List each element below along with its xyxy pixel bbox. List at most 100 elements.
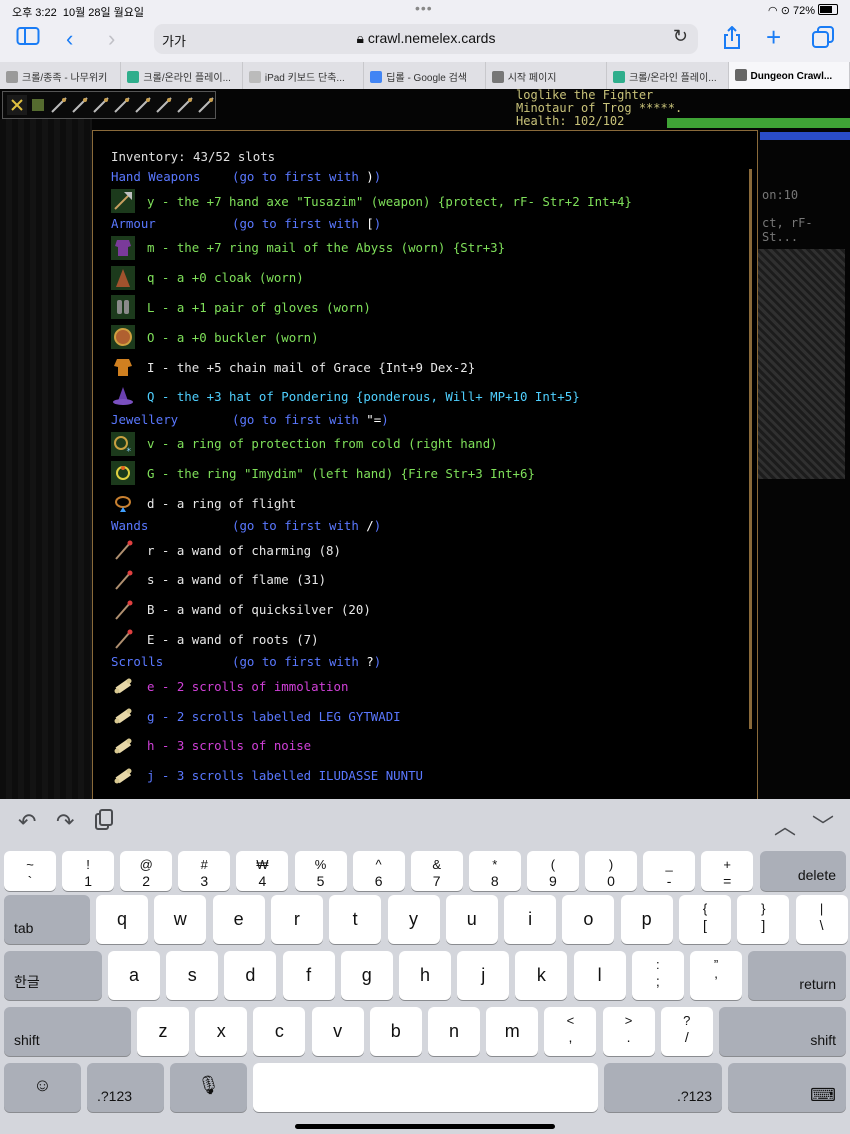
key[interactable]: z xyxy=(137,1007,189,1056)
browser-tab[interactable]: 딥롤 - Google 검색 xyxy=(364,62,486,89)
inventory-item[interactable]: L - a +1 pair of gloves (worn) xyxy=(111,295,371,320)
wand-icon[interactable] xyxy=(70,95,90,115)
shift-key[interactable]: shift xyxy=(4,1007,131,1056)
numbers-key[interactable]: .?123 xyxy=(604,1063,722,1112)
multitask-dots[interactable]: ••• xyxy=(415,0,433,16)
key[interactable]: ) 0 xyxy=(585,851,637,891)
key[interactable]: #3 xyxy=(178,851,231,891)
inventory-category[interactable]: Wands (go to first with /) xyxy=(111,518,381,533)
key[interactable]: q xyxy=(96,895,148,944)
key[interactable]: u xyxy=(445,895,498,944)
inventory-item[interactable]: y - the +7 hand axe "Tusazim" (weapon) {… xyxy=(111,189,632,213)
inventory-item[interactable]: g - 2 scrolls labelled LEG GYTWADI xyxy=(111,704,401,728)
key[interactable]: + = xyxy=(701,851,754,891)
wand-icon[interactable] xyxy=(133,95,153,115)
browser-tab[interactable]: 크롤/온라인 플레이... xyxy=(607,62,729,89)
key[interactable]: }] xyxy=(737,895,790,944)
redo-icon[interactable]: ↷ xyxy=(56,809,74,835)
inventory-category[interactable]: Armour (go to first with [) xyxy=(111,216,381,231)
inventory-item[interactable]: j - 3 scrolls labelled ILUDASSE NUNTU xyxy=(111,764,423,788)
inventory-item[interactable]: q - a +0 cloak (worn) xyxy=(111,265,304,290)
key[interactable]: l xyxy=(573,951,626,1000)
numbers-key[interactable]: .?123 xyxy=(87,1063,164,1112)
key[interactable]: m xyxy=(486,1007,539,1056)
browser-tab[interactable]: Dungeon Crawl... xyxy=(728,62,850,89)
browser-tab[interactable]: 크롤/온라인 플레이... xyxy=(121,62,243,89)
inventory-scrollbar[interactable] xyxy=(749,169,752,729)
item-icon[interactable] xyxy=(28,95,48,115)
language-key[interactable]: 한글 xyxy=(4,951,102,1000)
key[interactable]: _ - xyxy=(643,851,696,891)
close-icon[interactable] xyxy=(7,95,27,115)
key[interactable]: % 5 xyxy=(294,851,347,891)
inventory-item[interactable]: m - the +7 ring mail of the Abyss (worn)… xyxy=(111,235,505,260)
key[interactable]: ~ ` xyxy=(4,851,56,891)
inventory-item[interactable]: h - 3 scrolls of noise xyxy=(111,734,311,758)
key[interactable]: <, xyxy=(544,1007,597,1056)
wand-icon[interactable] xyxy=(112,95,132,115)
key[interactable]: f xyxy=(282,951,335,1000)
inventory-category[interactable]: Jewellery (go to first with "=) xyxy=(111,412,389,427)
next-field-icon[interactable]: ﹀ xyxy=(812,809,834,841)
hide-keyboard-key[interactable]: ⌨ xyxy=(728,1063,846,1112)
key[interactable]: p xyxy=(620,895,673,944)
new-tab-icon[interactable]: + xyxy=(766,22,781,53)
key[interactable]: ? / xyxy=(660,1007,713,1056)
inventory-item[interactable]: E - a wand of roots (7) xyxy=(111,627,319,651)
key[interactable]: e xyxy=(212,895,265,944)
key[interactable]: o xyxy=(562,895,615,944)
key[interactable]: h xyxy=(399,951,451,1000)
tabs-overview-icon[interactable] xyxy=(812,26,834,54)
key[interactable]: ₩4 xyxy=(236,851,289,891)
url-text[interactable]: 🔒︎ crawl.nemelex.cards xyxy=(154,30,698,47)
sidebar-icon[interactable] xyxy=(16,26,40,52)
key[interactable]: t xyxy=(329,895,382,944)
key[interactable]: v xyxy=(311,1007,364,1056)
inventory-item[interactable]: e - 2 scrolls of immolation xyxy=(111,674,348,698)
key[interactable]: >. xyxy=(602,1007,655,1056)
key[interactable]: j xyxy=(457,951,510,1000)
inventory-item[interactable]: d - a ring of flight xyxy=(111,491,296,515)
inventory-item[interactable]: I - the +5 chain mail of Grace {Int+9 De… xyxy=(111,355,475,379)
inventory-item[interactable]: B - a wand of quicksilver (20) xyxy=(111,598,371,622)
inventory-item[interactable]: O - a +0 buckler (worn) xyxy=(111,325,319,350)
wand-icon[interactable] xyxy=(49,95,69,115)
browser-tab[interactable]: iPad 키보드 단축... xyxy=(243,62,365,89)
key[interactable]: (9 xyxy=(526,851,579,891)
delete-key[interactable]: delete xyxy=(760,851,846,891)
return-key[interactable]: return xyxy=(748,951,846,1000)
back-icon[interactable]: ‹ xyxy=(66,26,73,52)
key[interactable]: d xyxy=(224,951,277,1000)
key[interactable]: g xyxy=(340,951,393,1000)
share-icon[interactable] xyxy=(722,25,742,56)
previous-field-icon[interactable]: ︿ xyxy=(774,809,796,841)
key[interactable]: i xyxy=(504,895,557,944)
forward-icon[interactable]: › xyxy=(108,26,115,52)
goto-first-link[interactable]: (go to first with xyxy=(232,654,359,669)
key[interactable]: * 8 xyxy=(468,851,521,891)
paste-icon[interactable] xyxy=(94,809,114,837)
key[interactable]: y xyxy=(387,895,440,944)
inventory-item[interactable]: G - the ring "Imydim" (left hand) {Fire … xyxy=(111,461,535,486)
inventory-item[interactable]: * v - a ring of protection from cold (rig… xyxy=(111,431,498,457)
inventory-category[interactable]: Hand Weapons (go to first with )) xyxy=(111,169,381,184)
space-key[interactable] xyxy=(253,1063,598,1112)
key[interactable]: c xyxy=(253,1007,306,1056)
reload-icon[interactable]: ↻ xyxy=(673,26,688,47)
key[interactable]: a xyxy=(108,951,160,1000)
key[interactable]: r xyxy=(270,895,323,944)
wand-icon[interactable] xyxy=(91,95,111,115)
key[interactable]: n xyxy=(428,1007,480,1056)
key[interactable]: b xyxy=(369,1007,422,1056)
key[interactable]: :; xyxy=(631,951,684,1000)
goto-first-link[interactable]: (go to first with xyxy=(232,518,359,533)
inventory-category[interactable]: Scrolls (go to first with ?) xyxy=(111,654,381,669)
key[interactable]: @2 xyxy=(120,851,173,891)
key[interactable]: ”’ xyxy=(690,951,742,1000)
command-toolbar[interactable] xyxy=(2,91,216,119)
goto-first-link[interactable]: (go to first with xyxy=(232,169,359,184)
key[interactable]: ! 1 xyxy=(62,851,115,891)
tab-key[interactable]: tab xyxy=(4,895,90,944)
inventory-item[interactable]: r - a wand of charming (8) xyxy=(111,538,341,562)
emoji-key[interactable]: ☺ xyxy=(4,1063,81,1112)
